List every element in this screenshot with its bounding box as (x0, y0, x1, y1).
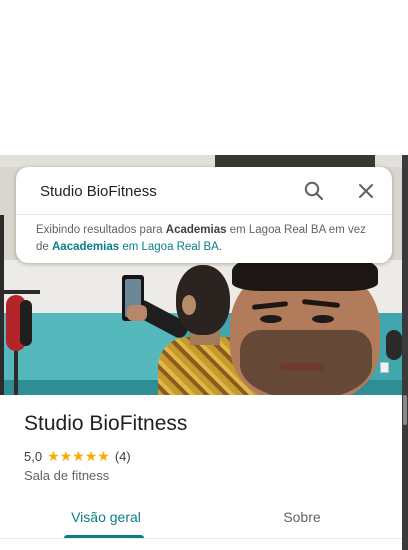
photo-weight-plate (20, 300, 32, 346)
spelling-notice: Exibindo resultados para Academias em La… (36, 222, 380, 256)
photo-eye (312, 315, 334, 323)
review-count[interactable]: (4) (115, 449, 131, 464)
search-divider (16, 214, 392, 215)
photo-outlet (380, 362, 389, 373)
photo-mouth (280, 363, 324, 371)
tab-about[interactable]: Sobre (248, 495, 356, 538)
search-card: Exibindo resultados para Academias em La… (16, 167, 392, 263)
photo-person-ear (182, 295, 196, 315)
scrollbar-thumb[interactable] (403, 395, 407, 425)
tab-overview[interactable]: Visão geral (52, 495, 160, 538)
photo-rack-bar (0, 290, 40, 294)
scrollbar-track[interactable] (402, 155, 408, 550)
search-icon[interactable] (302, 179, 326, 203)
place-title: Studio BioFitness (24, 412, 188, 435)
blank-area (0, 0, 408, 155)
notice-original-suffix: em Lagoa Real BA (119, 241, 219, 253)
notice-original-term: Aacademias (52, 241, 120, 253)
notice-corrected-term: Academias (165, 224, 227, 236)
search-input[interactable] (40, 180, 290, 202)
photo-rack-post (0, 215, 4, 395)
search-original-link[interactable]: Aacademias em Lagoa Real BA (52, 241, 219, 253)
place-category[interactable]: Sala de fitness (24, 468, 109, 483)
close-icon[interactable] (354, 179, 378, 203)
search-row (16, 167, 392, 214)
notice-end: . (218, 241, 223, 253)
photo-hand (127, 305, 147, 321)
tab-bar: Visão geral Sobre (0, 495, 402, 540)
rating-value: 5,0 (24, 448, 43, 464)
rating-row: 5,0 ★★★★★ (4) (24, 447, 131, 465)
photo-weight-plate (386, 330, 402, 360)
tab-bar-divider (0, 538, 402, 539)
star-icon: ★★★★★ (47, 447, 110, 464)
photo-eye (260, 315, 282, 323)
notice-prefix: Exibindo resultados para (36, 224, 166, 236)
